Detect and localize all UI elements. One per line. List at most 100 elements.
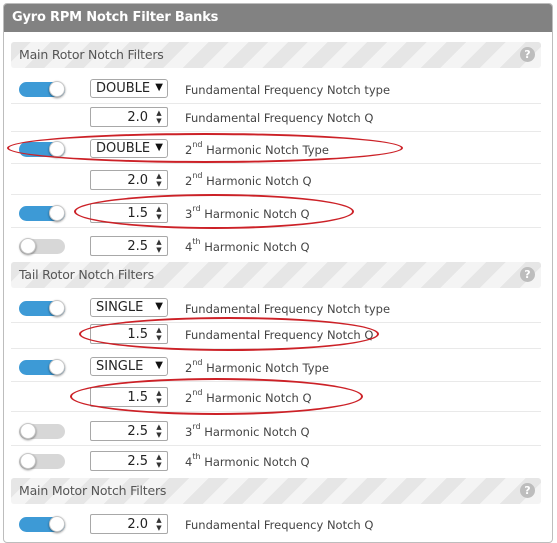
- tail-rotor-h4-toggle[interactable]: [19, 453, 65, 469]
- field-label: 4th Harmonic Notch Q: [185, 452, 310, 469]
- field-label: Fundamental Frequency Notch Q: [185, 518, 374, 532]
- field-label: 2nd Harmonic Notch Type: [185, 140, 329, 157]
- spinner[interactable]: ▲ ▼: [153, 423, 165, 439]
- main-rotor-fundamental-toggle[interactable]: [19, 81, 65, 97]
- spinner[interactable]: ▲ ▼: [153, 238, 165, 254]
- input-value: 2.5: [127, 424, 148, 439]
- spin-down-icon[interactable]: ▼: [153, 431, 165, 439]
- help-icon[interactable]: ?: [520, 47, 535, 62]
- main-rotor-fundamental-type-select[interactable]: DOUBLE ▼: [90, 79, 168, 98]
- field-label: 2nd Harmonic Notch Q: [185, 388, 312, 405]
- spin-up-icon[interactable]: ▲: [153, 423, 165, 431]
- ordinal-suffix: th: [192, 237, 201, 246]
- select-value: DOUBLE: [96, 81, 151, 96]
- label-text: Harmonic Notch Q: [200, 455, 310, 469]
- main-rotor-h3-row: 1.5 ▲ ▼ 3rd Harmonic Notch Q: [11, 198, 541, 228]
- select-value: DOUBLE: [96, 141, 151, 156]
- main-rotor-h4-toggle[interactable]: [19, 238, 65, 254]
- spin-down-icon[interactable]: ▼: [153, 397, 165, 405]
- input-value: 2.0: [127, 173, 148, 188]
- label-text: Harmonic Notch Q: [200, 425, 310, 439]
- field-label: Fundamental Frequency Notch Q: [185, 111, 374, 125]
- main-rotor-h2-toggle[interactable]: [19, 141, 65, 157]
- spin-up-icon[interactable]: ▲: [153, 326, 165, 334]
- label-text: Harmonic Notch Q: [200, 207, 310, 221]
- input-value: 2.5: [127, 239, 148, 254]
- main-rotor-h2-type-row: DOUBLE ▼ 2nd Harmonic Notch Type: [11, 134, 541, 164]
- chevron-down-icon: ▼: [155, 301, 163, 312]
- main-rotor-h3-q-input[interactable]: 1.5 ▲ ▼: [90, 203, 168, 223]
- spinner[interactable]: ▲ ▼: [153, 389, 165, 405]
- spin-down-icon[interactable]: ▼: [153, 246, 165, 254]
- ordinal-suffix: nd: [192, 388, 203, 397]
- spinner[interactable]: ▲ ▼: [153, 205, 165, 221]
- label-text: Harmonic Notch Type: [202, 361, 329, 375]
- spinner[interactable]: ▲ ▼: [153, 516, 165, 532]
- main-rotor-h3-toggle[interactable]: [19, 205, 65, 221]
- spin-up-icon[interactable]: ▲: [153, 172, 165, 180]
- main-rotor-fundamental-q-input[interactable]: 2.0 ▲ ▼: [90, 107, 168, 127]
- ordinal-suffix: rd: [192, 422, 201, 431]
- main-rotor-h4-row: 2.5 ▲ ▼ 4th Harmonic Notch Q: [11, 231, 541, 260]
- ordinal-suffix: nd: [192, 358, 203, 367]
- spin-up-icon[interactable]: ▲: [153, 238, 165, 246]
- tail-rotor-fundamental-toggle[interactable]: [19, 300, 65, 316]
- panel-title: Gyro RPM Notch Filter Banks: [12, 10, 219, 25]
- tail-rotor-h2-type-select[interactable]: SINGLE ▼: [90, 357, 168, 376]
- tail-rotor-h2-q-row: 1.5 ▲ ▼ 2nd Harmonic Notch Q: [11, 382, 541, 412]
- spin-down-icon[interactable]: ▼: [153, 213, 165, 221]
- ordinal-suffix: nd: [192, 140, 203, 149]
- spinner[interactable]: ▲ ▼: [153, 453, 165, 469]
- tail-rotor-h4-row: 2.5 ▲ ▼ 4th Harmonic Notch Q: [11, 446, 541, 475]
- ordinal-suffix: nd: [192, 171, 203, 180]
- toggle-knob: [49, 205, 65, 221]
- rpm-notch-filter-panel: Gyro RPM Notch Filter Banks Main Rotor N…: [3, 3, 553, 543]
- main-rotor-h2-type-select[interactable]: DOUBLE ▼: [90, 139, 168, 158]
- section-main-motor: Main Motor Notch Filters ?: [11, 478, 541, 504]
- field-label: 4th Harmonic Notch Q: [185, 237, 310, 254]
- tail-rotor-h4-q-input[interactable]: 2.5 ▲ ▼: [90, 451, 168, 471]
- tail-rotor-h3-toggle[interactable]: [19, 423, 65, 439]
- ordinal-suffix: th: [192, 452, 201, 461]
- tail-rotor-h3-q-input[interactable]: 2.5 ▲ ▼: [90, 421, 168, 441]
- section-label: Main Motor Notch Filters: [19, 483, 167, 498]
- chevron-down-icon: ▼: [155, 142, 163, 153]
- select-value: SINGLE: [96, 300, 144, 315]
- spin-up-icon[interactable]: ▲: [153, 516, 165, 524]
- spinner[interactable]: ▲ ▼: [153, 109, 165, 125]
- tail-rotor-fundamental-type-select[interactable]: SINGLE ▼: [90, 298, 168, 317]
- label-text: Harmonic Notch Type: [202, 143, 329, 157]
- toggle-knob: [49, 81, 65, 97]
- label-text: Harmonic Notch Q: [200, 240, 310, 254]
- spin-up-icon[interactable]: ▲: [153, 453, 165, 461]
- spin-up-icon[interactable]: ▲: [153, 205, 165, 213]
- spin-up-icon[interactable]: ▲: [153, 389, 165, 397]
- input-value: 1.5: [127, 390, 148, 405]
- toggle-knob: [49, 300, 65, 316]
- spin-down-icon[interactable]: ▼: [153, 334, 165, 342]
- section-tail-rotor: Tail Rotor Notch Filters ?: [11, 262, 541, 288]
- tail-rotor-fundamental-q-input[interactable]: 1.5 ▲ ▼: [90, 324, 168, 344]
- label-text: Harmonic Notch Q: [202, 391, 312, 405]
- main-motor-fundamental-toggle[interactable]: [19, 516, 65, 532]
- help-icon[interactable]: ?: [520, 267, 535, 282]
- main-rotor-h2-q-row: 2.0 ▲ ▼ 2nd Harmonic Notch Q: [11, 165, 541, 195]
- spinner[interactable]: ▲ ▼: [153, 172, 165, 188]
- section-label: Tail Rotor Notch Filters: [19, 267, 154, 282]
- spin-down-icon[interactable]: ▼: [153, 117, 165, 125]
- spinner[interactable]: ▲ ▼: [153, 326, 165, 342]
- spin-down-icon[interactable]: ▼: [153, 180, 165, 188]
- spin-down-icon[interactable]: ▼: [153, 524, 165, 532]
- main-rotor-h4-q-input[interactable]: 2.5 ▲ ▼: [90, 236, 168, 256]
- main-rotor-h2-q-input[interactable]: 2.0 ▲ ▼: [90, 170, 168, 190]
- toggle-knob: [20, 423, 36, 439]
- tail-rotor-h2-q-input[interactable]: 1.5 ▲ ▼: [90, 387, 168, 407]
- toggle-knob: [49, 516, 65, 532]
- tail-rotor-h2-toggle[interactable]: [19, 359, 65, 375]
- main-motor-fundamental-q-input[interactable]: 2.0 ▲ ▼: [90, 514, 168, 534]
- spin-up-icon[interactable]: ▲: [153, 109, 165, 117]
- spin-down-icon[interactable]: ▼: [153, 461, 165, 469]
- input-value: 2.0: [127, 110, 148, 125]
- select-value: SINGLE: [96, 359, 144, 374]
- help-icon[interactable]: ?: [520, 483, 535, 498]
